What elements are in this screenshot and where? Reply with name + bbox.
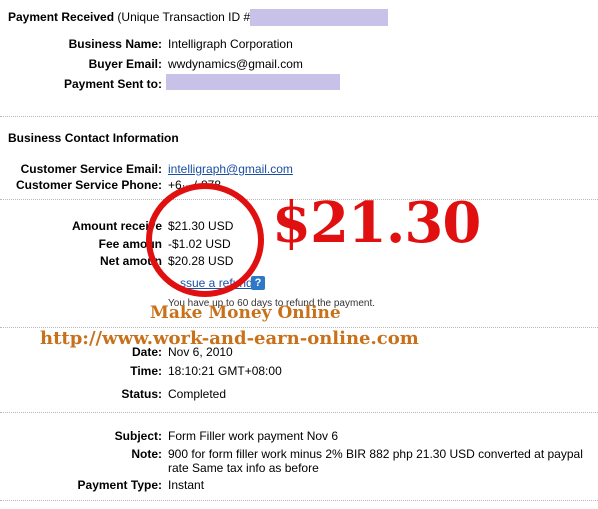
business-name-value: Intelligraph Corporation <box>168 37 293 51</box>
business-name-label: Business Name: <box>68 37 162 51</box>
divider <box>0 500 598 501</box>
subject-value: Form Filler work payment Nov 6 <box>168 429 339 443</box>
payment-type-value: Instant <box>168 478 205 492</box>
payment-type-label: Payment Type: <box>77 478 162 492</box>
status-label: Status: <box>121 387 162 401</box>
cs-email-label: Customer Service Email: <box>20 162 162 176</box>
subject-label: Subject: <box>114 429 162 443</box>
cs-email-link[interactable]: intelligraph@gmail.com <box>168 162 293 176</box>
status-value: Completed <box>168 387 227 401</box>
divider <box>0 412 598 413</box>
redacted-recipient <box>166 74 340 90</box>
note-line-2: rate Same tax info as before <box>168 461 319 475</box>
page-header: Payment Received (Unique Transaction ID … <box>8 10 250 24</box>
transaction-id-prefix: (Unique Transaction ID # <box>117 10 251 24</box>
contact-section-title: Business Contact Information <box>8 131 179 145</box>
date-label: Date: <box>131 345 162 359</box>
buyer-email-label: Buyer Email: <box>88 57 162 71</box>
date-value: Nov 6, 2010 <box>168 345 233 359</box>
promo-title: Make Money Online <box>150 303 341 323</box>
time-value: 18:10:21 GMT+08:00 <box>168 364 282 378</box>
red-circle-annotation <box>146 183 264 297</box>
payment-sent-label: Payment Sent to: <box>63 77 162 91</box>
buyer-email-value: wwdynamics@gmail.com <box>168 57 303 71</box>
page-title: Payment Received <box>8 10 115 24</box>
note-line-1: 900 for form filler work minus 2% BIR 88… <box>168 447 583 461</box>
big-amount-overlay: $21.30 <box>272 190 481 256</box>
redacted-transaction-id <box>250 9 388 26</box>
divider <box>0 116 598 117</box>
note-label: Note: <box>131 447 162 461</box>
time-label: Time: <box>130 364 162 378</box>
